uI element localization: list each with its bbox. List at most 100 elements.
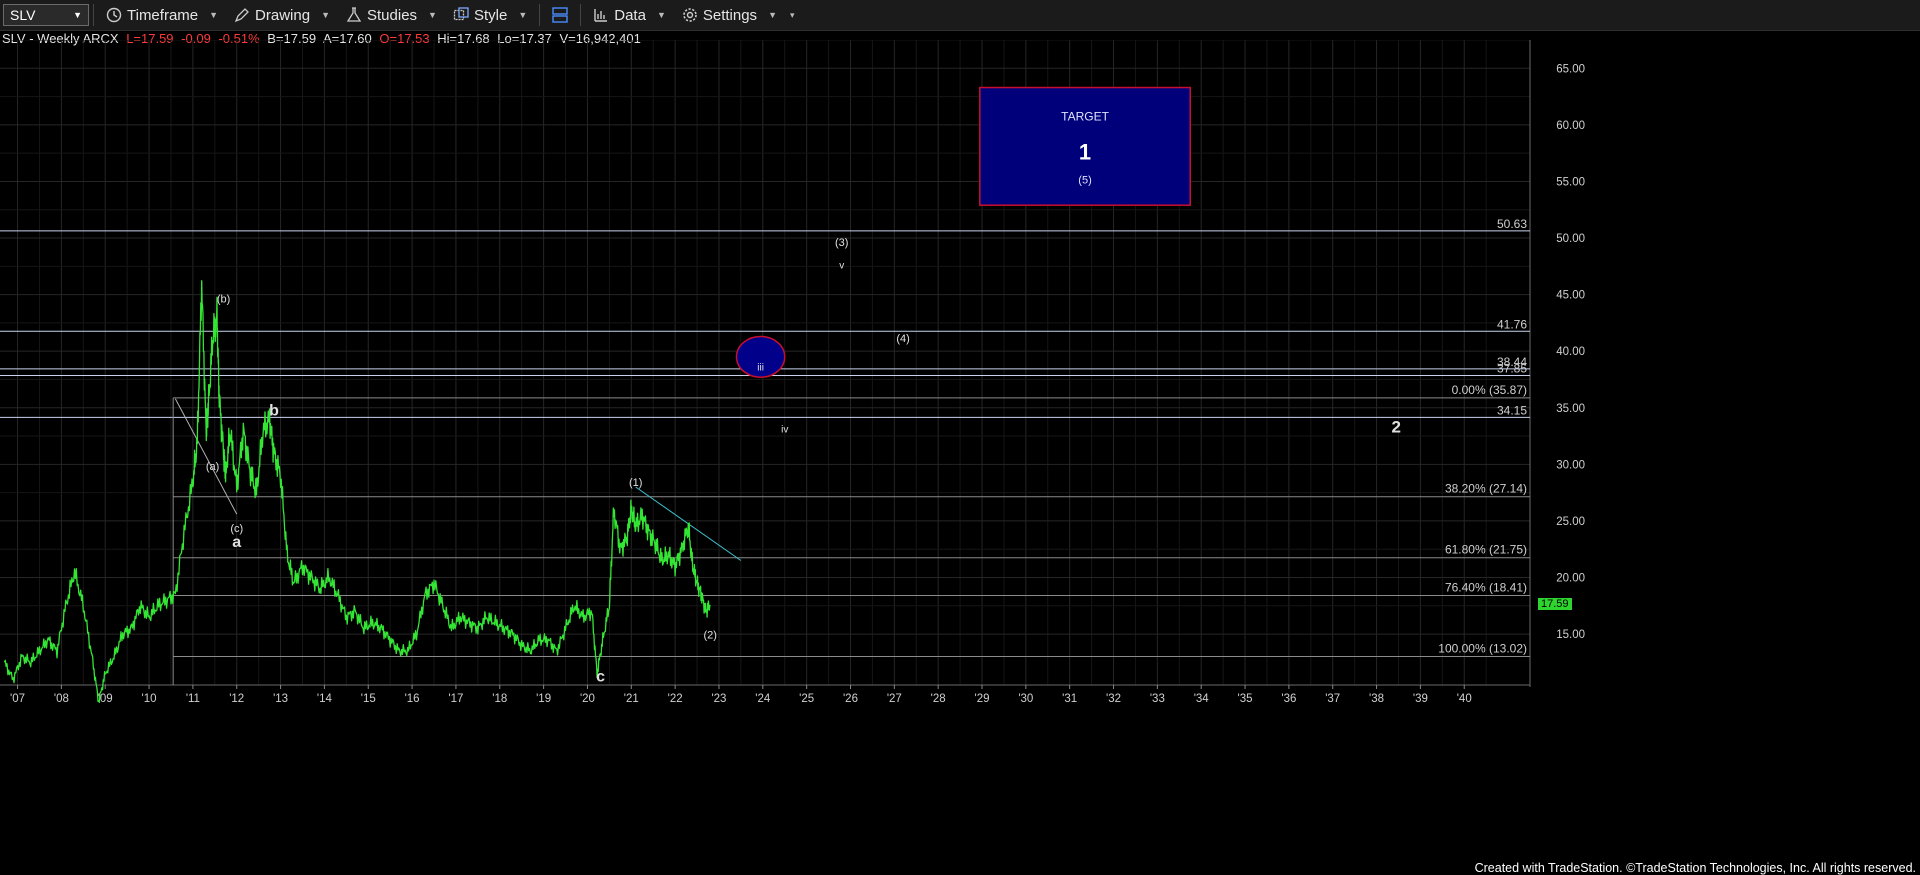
caret-down-icon: ▼ — [518, 10, 528, 20]
wave-label: (b) — [217, 294, 230, 306]
caret-down-icon: ▼ — [656, 10, 666, 20]
overflow-caret-icon: ▾ — [789, 9, 795, 20]
studies-label: Studies — [367, 6, 418, 24]
price-series — [3, 280, 711, 703]
layout-icon — [552, 7, 568, 23]
x-tick-label: '27 — [887, 693, 902, 705]
x-tick-label: '35 — [1238, 693, 1253, 705]
x-tick-label: '14 — [317, 693, 333, 705]
x-tick-label: '31 — [1062, 693, 1077, 705]
caret-down-icon: ▼ — [321, 10, 330, 20]
wave-label: a — [232, 534, 241, 551]
toolbar-separator — [93, 4, 94, 26]
wave-label: c — [596, 669, 605, 686]
studies-menu-button[interactable]: Studies ▼ — [338, 0, 445, 30]
x-tick-label: '25 — [799, 693, 814, 705]
y-tick-label: 40.00 — [1556, 346, 1585, 358]
x-tick-label: '37 — [1325, 693, 1340, 705]
x-tick-label: '21 — [624, 693, 639, 705]
wave-label: (1) — [629, 477, 642, 489]
x-tick-label: '13 — [273, 693, 288, 705]
price-line — [3, 280, 711, 703]
wave-label: (4) — [896, 333, 909, 345]
y-tick-label: 50.00 — [1556, 233, 1585, 245]
fibonacci-levels: 0.00% (35.87) 38.20% (27.14) 61.80% (21.75… — [172, 383, 1530, 685]
x-tick-label: '12 — [229, 693, 244, 705]
y-axis: 15.00 20.00 25.00 30.00 35.00 40.00 45.00 50.00… — [1556, 63, 1585, 641]
horizontal-levels: 50.6341.7638.4437.8534.15 — [0, 217, 1530, 418]
toolbar-separator — [580, 4, 582, 26]
level-label: 41.76 — [1497, 317, 1527, 331]
x-tick-label: '17 — [448, 693, 463, 705]
wave-labels: (b)(a)(c)abc(1)(2)iiiiv(3)v(4)2 — [206, 237, 1401, 686]
caret-down-icon: ▼ — [209, 10, 219, 20]
y-tick-label: 35.00 — [1556, 403, 1585, 415]
x-tick-label: '34 — [1194, 693, 1210, 705]
credit-line: Created with TradeStation. ©TradeStation… — [1474, 861, 1916, 875]
gear-icon — [683, 8, 697, 22]
x-tick-label: '39 — [1413, 693, 1428, 705]
fib-label: 0.00% (35.87) — [1452, 383, 1527, 397]
style-label: Style — [473, 6, 508, 24]
x-tick-label: '10 — [142, 693, 157, 705]
drawing-menu-button[interactable]: Drawing ▼ — [226, 0, 338, 30]
settings-menu-button[interactable]: Settings ▼ ▾ — [674, 0, 803, 30]
target-number: 1 — [1079, 140, 1091, 165]
y-tick-label: 65.00 — [1556, 63, 1585, 75]
y-tick-label: 45.00 — [1556, 290, 1585, 302]
style-icon — [453, 7, 469, 21]
clock-icon — [106, 7, 122, 23]
x-tick-label: '09 — [98, 693, 113, 705]
x-tick-label: '15 — [361, 693, 376, 705]
data-menu-button[interactable]: Data ▼ — [585, 0, 674, 30]
level-label: 37.85 — [1497, 362, 1527, 376]
x-tick-label: '30 — [1018, 693, 1033, 705]
symbol-selector[interactable]: SLV ▼ — [3, 4, 89, 26]
style-menu-button[interactable]: Style ▼ — [445, 0, 535, 30]
y-tick-label: 30.00 — [1556, 459, 1585, 471]
y-tick-label: 55.00 — [1556, 176, 1585, 188]
x-tick-label: '28 — [931, 693, 946, 705]
x-tick-label: '38 — [1369, 693, 1384, 705]
settings-label: Settings — [702, 6, 758, 24]
x-tick-label: '33 — [1150, 693, 1165, 705]
flask-icon — [346, 7, 362, 22]
fib-label: 76.40% (18.41) — [1445, 580, 1527, 594]
timeframe-menu-button[interactable]: Timeframe ▼ — [98, 0, 226, 30]
caret-down-icon: ▼ — [428, 10, 437, 20]
bar-chart-icon — [594, 9, 608, 22]
x-tick-label: '29 — [975, 693, 990, 705]
data-label: Data — [614, 6, 646, 24]
drawing-label: Drawing — [255, 6, 311, 24]
wave-label: (3) — [835, 237, 848, 249]
wave-label: b — [269, 403, 279, 420]
x-tick-label: '24 — [755, 693, 771, 705]
fib-label: 38.20% (27.14) — [1445, 482, 1527, 496]
x-tick-label: '23 — [711, 693, 726, 705]
x-tick-label: '19 — [536, 693, 551, 705]
wave-label: 2 — [1392, 418, 1401, 437]
x-tick-label: '26 — [843, 693, 858, 705]
x-tick-label: '22 — [668, 693, 683, 705]
y-tick-label: 60.00 — [1556, 120, 1585, 132]
annotations: TARGET 1 (5) — [735, 86, 1191, 378]
last-price-tag: 17.59 — [1538, 597, 1572, 610]
wave-label: (2) — [703, 630, 716, 642]
x-tick-label: '32 — [1106, 693, 1121, 705]
toolbar-separator — [539, 4, 541, 26]
level-label: 50.63 — [1497, 217, 1527, 231]
trendlines — [174, 398, 742, 561]
x-tick-label: '07 — [10, 693, 25, 705]
x-tick-label: '08 — [54, 693, 69, 705]
wave-label: iv — [781, 425, 788, 436]
target-title: TARGET — [1061, 110, 1109, 124]
price-chart[interactable]: 50.6341.7638.4437.8534.15 0.00% (35.87)3… — [0, 40, 1920, 865]
chevron-down-icon: ▼ — [73, 10, 82, 20]
symbol-value: SLV — [10, 7, 36, 23]
layout-button[interactable] — [544, 0, 576, 30]
caret-down-icon: ▼ — [768, 10, 777, 20]
timeframe-label: Timeframe — [127, 6, 199, 24]
x-tick-label: '36 — [1281, 693, 1296, 705]
x-tick-label: '11 — [186, 693, 200, 705]
wave-label: (a) — [206, 461, 219, 473]
